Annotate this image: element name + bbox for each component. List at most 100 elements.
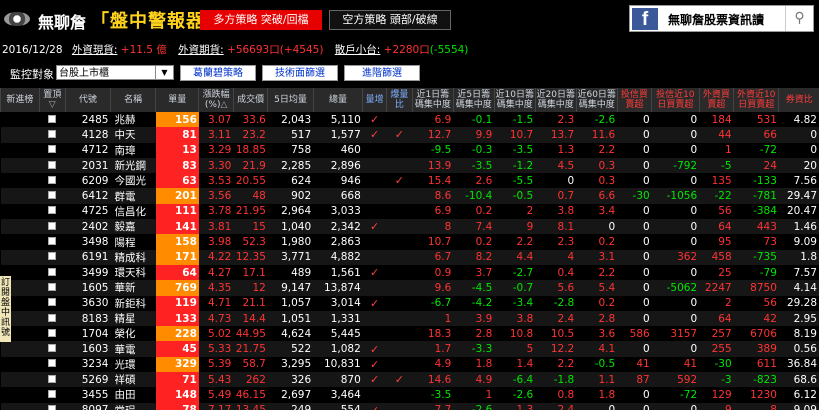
- checkbox-icon[interactable]: [48, 389, 57, 398]
- stock-code[interactable]: 3234: [65, 356, 111, 373]
- column-header-burst-ratio[interactable]: 爆量比: [385, 88, 413, 112]
- checkbox-icon[interactable]: [48, 129, 57, 138]
- stock-name[interactable]: 祥碩: [110, 372, 156, 388]
- pin-checkbox[interactable]: [39, 341, 66, 357]
- search-icon[interactable]: ⚲: [785, 6, 813, 31]
- pin-checkbox[interactable]: [39, 402, 66, 410]
- table-row[interactable]: 8097常珵787.1713.45249554✓7.7-2.61.32.4000…: [0, 402, 819, 410]
- checkbox-icon[interactable]: [48, 359, 57, 368]
- pin-checkbox[interactable]: [39, 188, 66, 204]
- checkbox-icon[interactable]: [48, 175, 57, 184]
- checkbox-icon[interactable]: [48, 237, 57, 246]
- column-header-conc-5d[interactable]: 近5日籌碼集中度: [452, 88, 495, 112]
- column-header-conc-60d[interactable]: 近60日籌碼集中度: [575, 88, 618, 112]
- checkbox-icon[interactable]: [48, 221, 57, 230]
- stock-code[interactable]: 3455: [65, 387, 111, 403]
- granville-strategy-button[interactable]: 葛蘭碧策略: [180, 65, 256, 81]
- pin-checkbox[interactable]: [39, 387, 66, 403]
- stock-name[interactable]: 光環: [110, 356, 156, 373]
- subscribe-signal-tab[interactable]: 訂閱盤中訊號: [0, 276, 11, 342]
- pin-checkbox[interactable]: [39, 112, 66, 128]
- stock-code[interactable]: 1704: [65, 326, 111, 342]
- column-header-volume-up[interactable]: 量增: [362, 88, 387, 112]
- stock-name[interactable]: 榮化: [110, 326, 156, 342]
- stock-name[interactable]: 精成科: [110, 249, 156, 265]
- stock-code[interactable]: 4712: [65, 142, 111, 158]
- pin-checkbox[interactable]: [39, 234, 66, 250]
- stock-name[interactable]: 中天: [110, 127, 156, 143]
- stock-code[interactable]: 8097: [65, 402, 111, 410]
- foreign-spot-label[interactable]: 外資現貨:: [72, 42, 118, 57]
- stock-name[interactable]: 華新: [110, 280, 156, 296]
- pin-checkbox[interactable]: [39, 326, 66, 342]
- pin-checkbox[interactable]: [39, 264, 66, 281]
- stock-code[interactable]: 2485: [65, 112, 111, 128]
- stock-code[interactable]: 1605: [65, 280, 111, 296]
- stock-name[interactable]: 陽程: [110, 234, 156, 250]
- advanced-filter-button[interactable]: 進階篩選: [344, 65, 420, 81]
- checkbox-icon[interactable]: [48, 114, 57, 123]
- table-row[interactable]: 1605 華新 769 4.35 12 9,147 13,874 9.6 -4.5 -0.7 5.6…: [0, 280, 819, 296]
- sort-icon[interactable]: ▽: [49, 100, 56, 110]
- stock-name[interactable]: 精星: [110, 310, 156, 327]
- stock-code[interactable]: 3498: [65, 234, 111, 250]
- column-header-total-volume[interactable]: 總量: [312, 88, 363, 112]
- table-row[interactable]: 3498 陽程 158 3.98 52.3 1,980 2,863 10.7 0.2 2.2 2.3…: [0, 234, 819, 250]
- pin-checkbox[interactable]: [39, 142, 66, 158]
- column-header-trust-net-10d[interactable]: 投信近10日買賣超: [651, 88, 700, 112]
- long-strategy-button[interactable]: 多方策略 突破/回檔: [200, 10, 322, 30]
- stock-code[interactable]: 5269: [65, 372, 111, 388]
- column-header-name[interactable]: 名稱: [109, 88, 156, 112]
- stock-name[interactable]: 毅嘉: [110, 219, 156, 235]
- table-row[interactable]: 8183 精星 133 4.73 14.4 1,051 1,331 1 3.9 3.8 2.4 2.8…: [0, 310, 819, 327]
- pin-checkbox[interactable]: [39, 280, 66, 296]
- monitor-target-select[interactable]: 台股上市櫃 ▼: [56, 65, 174, 80]
- pin-checkbox[interactable]: [39, 219, 66, 235]
- stock-code[interactable]: 6209: [65, 173, 111, 189]
- column-header-conc-20d[interactable]: 近20日籌碼集中度: [534, 88, 577, 112]
- column-header-foreign-net[interactable]: 外資買賣超: [698, 88, 734, 112]
- table-row[interactable]: 6412 群電 201 3.56 48 902 668 8.6 -10.4 -0.5 0.7 6.6-…: [0, 188, 819, 204]
- pin-checkbox[interactable]: [39, 249, 66, 265]
- column-header-pin[interactable]: 置頂▽: [38, 88, 66, 112]
- checkbox-icon[interactable]: [48, 328, 57, 337]
- stock-name[interactable]: 新光鋼: [110, 157, 156, 174]
- checkbox-icon[interactable]: [48, 145, 57, 154]
- pin-checkbox[interactable]: [39, 203, 66, 220]
- stock-name[interactable]: 兆赫: [110, 112, 156, 128]
- stock-name[interactable]: 南璋: [110, 142, 156, 158]
- stock-code[interactable]: 4725: [65, 203, 111, 220]
- stock-code[interactable]: 4128: [65, 127, 111, 143]
- table-row[interactable]: 3455 由田 148 5.49 46.15 2,697 3,464 -3.5 1 -2.6 0.8…: [0, 387, 819, 403]
- checkbox-icon[interactable]: [48, 344, 57, 353]
- column-header-price[interactable]: 成交價: [232, 88, 268, 112]
- pin-checkbox[interactable]: [39, 127, 66, 143]
- table-row[interactable]: 3234 光環 329 5.39 58.7 3,295 10,831 ✓ 4.9 1.8 1.4 2.…: [0, 356, 819, 373]
- checkbox-icon[interactable]: [48, 313, 57, 322]
- stock-code[interactable]: 6412: [65, 188, 111, 204]
- table-row[interactable]: 5269 祥碩 71 5.43 262 326 870 ✓ ✓ 14.6 4.9 -6.4 -1.8 1.…: [0, 372, 819, 388]
- stock-code[interactable]: 2402: [65, 219, 111, 235]
- checkbox-icon[interactable]: [48, 374, 57, 383]
- pin-checkbox[interactable]: [39, 356, 66, 373]
- column-header-unit-volume[interactable]: 單量: [155, 88, 199, 112]
- stock-name[interactable]: 常珵: [110, 402, 156, 410]
- column-header-short-margin-ratio[interactable]: 券資比: [778, 88, 819, 112]
- stock-code[interactable]: 6191: [65, 249, 111, 265]
- column-header-new-entry[interactable]: 新進榜: [0, 88, 40, 112]
- checkbox-icon[interactable]: [48, 252, 57, 261]
- checkbox-icon[interactable]: [48, 267, 57, 276]
- table-row[interactable]: 3630 新鉅科 119 4.71 21.1 1,057 3,014 ✓ -6.7 -4.2 -3.…: [0, 295, 819, 311]
- stock-name[interactable]: 信昌化: [110, 203, 156, 220]
- checkbox-icon[interactable]: [48, 191, 57, 200]
- checkbox-icon[interactable]: [48, 160, 57, 169]
- column-header-conc-10d[interactable]: 近10日籌碼集中度: [493, 88, 536, 112]
- facebook-banner[interactable]: f 無聊詹股票資訊讀 ⚲: [629, 5, 814, 32]
- checkbox-icon[interactable]: [48, 298, 57, 307]
- column-header-code[interactable]: 代號: [64, 88, 111, 112]
- pin-checkbox[interactable]: [39, 173, 66, 189]
- stock-code[interactable]: 3630: [65, 295, 111, 311]
- table-row[interactable]: 4725 信昌化 111 3.78 21.95 2,964 3,033 6.9 0.2 2 3.8 3…: [0, 203, 819, 220]
- stock-code[interactable]: 2031: [65, 157, 111, 174]
- stock-code[interactable]: 8183: [65, 310, 111, 327]
